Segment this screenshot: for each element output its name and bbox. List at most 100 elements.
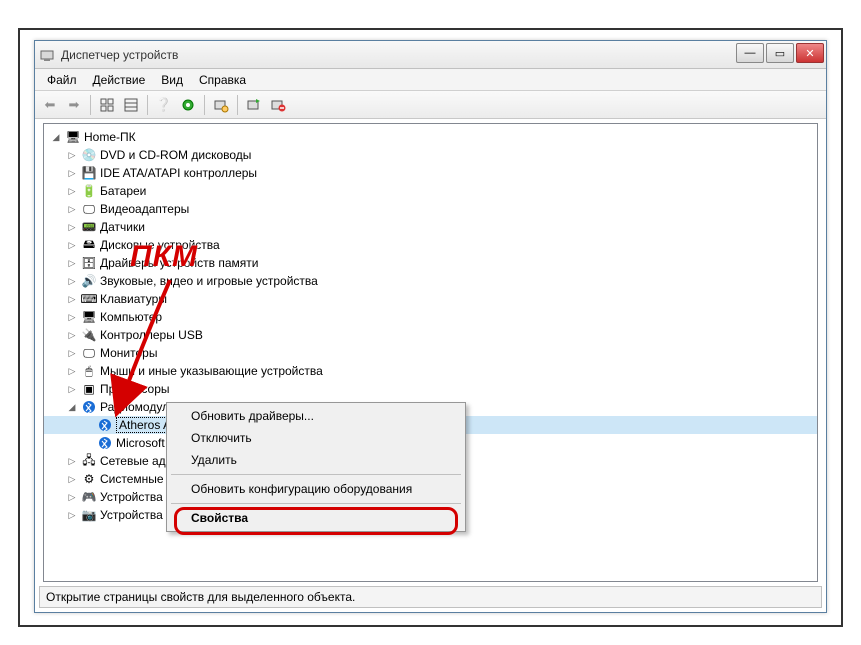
ctx-update-drivers[interactable]: Обновить драйверы... — [169, 405, 463, 427]
uninstall-icon — [270, 97, 286, 113]
back-button[interactable]: ⬅ — [39, 94, 61, 116]
network-icon: 🖧 — [81, 453, 97, 469]
menu-action[interactable]: Действие — [85, 71, 154, 89]
show-hidden-button[interactable] — [96, 94, 118, 116]
tree-label: Видеоадаптеры — [100, 202, 189, 216]
tree-category[interactable]: ▷🔊Звуковые, видео и игровые устройства — [44, 272, 817, 290]
tree-category[interactable]: ▷💾IDE ATA/ATAPI контроллеры — [44, 164, 817, 182]
drive-icon: 🖴 — [81, 237, 97, 253]
tree-category[interactable]: ▷💿DVD и CD-ROM дисководы — [44, 146, 817, 164]
tree-root[interactable]: ◢🖥Home-ПК — [44, 128, 817, 146]
tree-label: Датчики — [100, 220, 145, 234]
sound-icon: 🔊 — [81, 273, 97, 289]
tree-label: DVD и CD-ROM дисководы — [100, 148, 251, 162]
expand-icon[interactable]: ▷ — [66, 150, 78, 161]
tree-category[interactable]: ▷📟Датчики — [44, 218, 817, 236]
display-icon: 🖵 — [81, 201, 97, 217]
tree-category[interactable]: ▷🖵Видеоадаптеры — [44, 200, 817, 218]
forward-icon: ➡ — [69, 97, 80, 113]
expand-icon[interactable]: ▷ — [66, 312, 78, 323]
expand-icon[interactable]: ▷ — [66, 204, 78, 215]
expand-icon[interactable]: ▷ — [66, 168, 78, 179]
expand-icon[interactable]: ▷ — [66, 384, 78, 395]
context-menu: Обновить драйверы... Отключить Удалить О… — [166, 402, 466, 532]
expand-icon[interactable]: ▷ — [66, 258, 78, 269]
ctx-disable[interactable]: Отключить — [169, 427, 463, 449]
expand-icon[interactable]: ▷ — [66, 186, 78, 197]
expand-icon[interactable]: ▷ — [66, 366, 78, 377]
tree-category[interactable]: ▷⌨Клавиатуры — [44, 290, 817, 308]
uninstall-button[interactable] — [267, 94, 289, 116]
grid-icon — [99, 97, 115, 113]
monitor-icon: 🖵 — [81, 345, 97, 361]
status-text: Открытие страницы свойств для выделенног… — [46, 590, 355, 604]
system-icon: ⚙ — [81, 471, 97, 487]
tree-label: Звуковые, видео и игровые устройства — [100, 274, 318, 288]
usb-icon: 🔌 — [81, 327, 97, 343]
expand-icon[interactable]: ▷ — [66, 222, 78, 233]
expand-icon[interactable]: ▷ — [66, 456, 78, 467]
back-icon: ⬅ — [45, 97, 56, 113]
tree-category[interactable]: ▷▣Процессоры — [44, 380, 817, 398]
collapse-icon[interactable]: ◢ — [50, 132, 62, 143]
help-icon: ❔ — [156, 97, 172, 113]
menubar: Файл Действие Вид Справка — [35, 69, 826, 91]
help-button[interactable]: ❔ — [153, 94, 175, 116]
mouse-icon: 🖱 — [81, 363, 97, 379]
update-icon — [246, 97, 262, 113]
props-icon — [123, 97, 139, 113]
memory-icon: 🗄 — [81, 255, 97, 271]
gear-icon — [180, 97, 196, 113]
tree-label: IDE ATA/ATAPI контроллеры — [100, 166, 257, 180]
menu-help[interactable]: Справка — [191, 71, 254, 89]
expand-icon[interactable]: ▷ — [66, 492, 78, 503]
expand-icon[interactable]: ▷ — [66, 240, 78, 251]
maximize-button[interactable]: ▭ — [766, 43, 794, 63]
tree-category[interactable]: ▷🔌Контроллеры USB — [44, 326, 817, 344]
window-controls: — ▭ ✕ — [736, 43, 824, 63]
bluetooth-icon — [97, 417, 113, 433]
menu-file[interactable]: Файл — [39, 71, 85, 89]
tree-category[interactable]: ▷🔋Батареи — [44, 182, 817, 200]
expand-icon[interactable]: ▷ — [66, 474, 78, 485]
scan-button[interactable] — [210, 94, 232, 116]
tree-category[interactable]: ▷🖱Мыши и иные указывающие устройства — [44, 362, 817, 380]
ctx-scan-hardware[interactable]: Обновить конфигурацию оборудования — [169, 478, 463, 500]
tree-label: Мониторы — [100, 346, 157, 360]
forward-button[interactable]: ➡ — [63, 94, 85, 116]
battery-icon: 🔋 — [81, 183, 97, 199]
ctx-uninstall[interactable]: Удалить — [169, 449, 463, 471]
scan-icon — [213, 97, 229, 113]
app-icon — [39, 47, 55, 63]
tree-label: Мыши и иные указывающие устройства — [100, 364, 323, 378]
close-button[interactable]: ✕ — [796, 43, 824, 63]
expand-icon[interactable]: ▷ — [66, 294, 78, 305]
ctx-separator — [171, 474, 461, 475]
action-button[interactable] — [177, 94, 199, 116]
controller-icon: 💾 — [81, 165, 97, 181]
tree-category[interactable]: ▷🖥Компьютер — [44, 308, 817, 326]
expand-icon[interactable]: ▷ — [66, 330, 78, 341]
hid-icon: 🎮 — [81, 489, 97, 505]
properties-button[interactable] — [120, 94, 142, 116]
keyboard-icon: ⌨ — [81, 291, 97, 307]
computer-icon: 🖥 — [65, 129, 81, 145]
tree-label: Home-ПК — [84, 130, 136, 144]
expand-icon[interactable]: ▷ — [66, 510, 78, 521]
tree-label: Клавиатуры — [100, 292, 167, 306]
minimize-button[interactable]: — — [736, 43, 764, 63]
menu-view[interactable]: Вид — [153, 71, 191, 89]
ctx-properties[interactable]: Свойства — [169, 507, 463, 529]
toolbar-separator — [90, 95, 91, 115]
cpu-icon: ▣ — [81, 381, 97, 397]
update-driver-button[interactable] — [243, 94, 265, 116]
sensor-icon: 📟 — [81, 219, 97, 235]
tree-label: Контроллеры USB — [100, 328, 203, 342]
tree-category[interactable]: ▷🖵Мониторы — [44, 344, 817, 362]
expand-icon[interactable]: ▷ — [66, 276, 78, 287]
expand-icon[interactable]: ▷ — [66, 348, 78, 359]
collapse-icon[interactable]: ◢ — [66, 402, 78, 413]
toolbar-separator — [237, 95, 238, 115]
bluetooth-icon — [81, 399, 97, 415]
annotation-label: ПКМ — [130, 240, 198, 274]
